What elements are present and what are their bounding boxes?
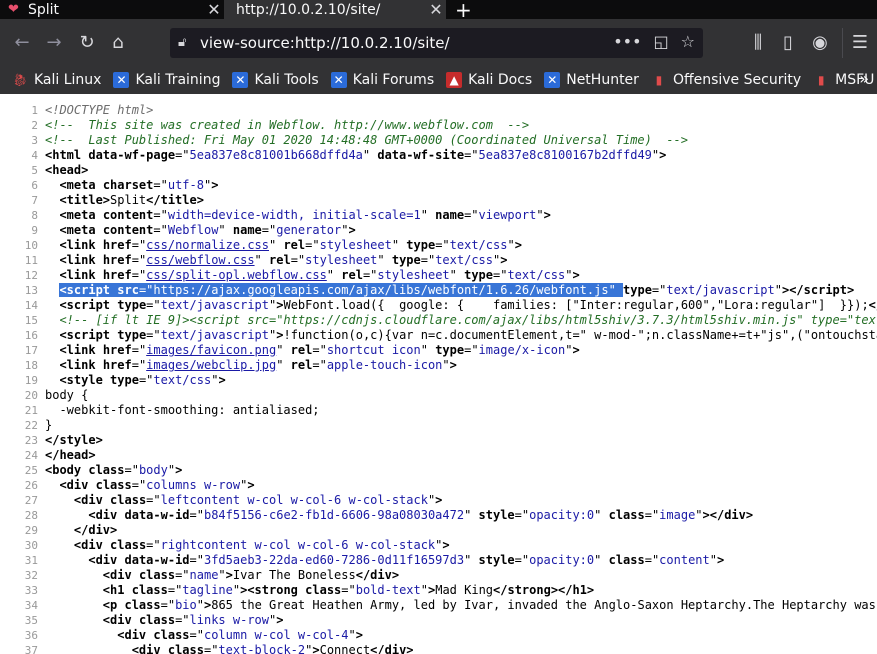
source-line: 28 <div data-w-id="b84f5156-c6e2-fb1d-66… [24, 508, 754, 522]
source-line: 30 <div class="rightcontent w-col w-col-… [24, 538, 450, 552]
toolbar-divider [842, 28, 843, 58]
source-line: 7 <title>Split</title> [31, 193, 204, 207]
source-line: 26 <div class="columns w-row"> [24, 478, 255, 492]
source-line: 6 <meta charset="utf-8"> [31, 178, 219, 192]
source-line: 17 <link href="images/favicon.png" rel="… [24, 343, 580, 357]
sidebar-icon[interactable]: ▯ [776, 31, 800, 55]
source-link[interactable]: images/favicon.png [146, 343, 276, 357]
kali-dragon-icon: 🐉︎ [12, 73, 28, 87]
source-line: 21 -webkit-font-smoothing: antialiased; [24, 403, 320, 417]
tab-split[interactable]: ❤ Split ✕ [0, 0, 224, 19]
bookmark-nethunter[interactable]: ✕ NetHunter [544, 72, 639, 88]
source-line: 5 <head> [31, 163, 89, 177]
source-line: 10 <link href="css/normalize.css" rel="s… [24, 238, 522, 252]
bookmark-kali-linux[interactable]: 🐉︎ Kali Linux [12, 72, 101, 88]
selected-text[interactable]: <script src="https://ajax.googleapis.com… [59, 283, 624, 297]
close-icon[interactable]: ✕ [204, 0, 224, 19]
source-line: 1 <!DOCTYPE html> [31, 103, 154, 117]
bookmark-kali-docs[interactable]: ▲ Kali Docs [446, 72, 532, 88]
source-line: 15 <!-- [if lt IE 9]><script src="https:… [24, 313, 877, 327]
source-line: 29 </div> [24, 523, 118, 537]
source-line: 12 <link href="css/split-opl.webflow.css… [24, 268, 580, 282]
close-icon[interactable]: ✕ [426, 0, 446, 19]
bookmark-kali-tools[interactable]: ✕ Kali Tools [232, 72, 319, 88]
source-line: 20 body { [24, 388, 89, 402]
bookmark-offensive-security[interactable]: ▮ Offensive Security [651, 72, 802, 88]
page-actions-icon[interactable]: ••• [613, 32, 641, 51]
insecure-lock-icon[interactable]: 🔓︎ [178, 35, 194, 51]
kali-training-icon: ✕ [113, 72, 130, 88]
source-line: 35 <div class="links w-row"> [24, 613, 284, 627]
source-link[interactable]: images/webclip.jpg [146, 358, 276, 372]
source-line: 8 <meta content="width=device-width, ini… [31, 208, 551, 222]
msfu-icon: ▮ [817, 73, 825, 87]
source-line: 14 <script type="text/javascript">WebFon… [24, 298, 877, 312]
nethunter-icon: ✕ [544, 72, 561, 88]
source-line: 22} [24, 418, 53, 432]
home-button[interactable]: ⌂ [106, 31, 130, 55]
bookmarks-overflow-icon[interactable]: » [859, 69, 869, 88]
source-line: 32 <div class="name">Ivar The Boneless</… [24, 568, 400, 582]
source-line: 36 <div class="column w-col w-col-4"> [24, 628, 363, 642]
navigation-toolbar: ← → ↻ ⌂ 🔓︎ view-source:http://10.0.2.10/… [0, 19, 877, 66]
source-link[interactable]: css/split-opl.webflow.css [146, 268, 327, 282]
library-icon[interactable]: ⫼ [746, 31, 770, 55]
url-text[interactable]: view-source:http://10.0.2.10/site/ [200, 34, 450, 52]
tab-site[interactable]: http://10.0.2.10/site/ ✕ [224, 0, 446, 19]
bookmark-star-icon[interactable]: ☆ [681, 32, 695, 51]
reload-button[interactable]: ↻ [75, 31, 99, 55]
source-line: 2 <!-- This site was created in Webflow. … [31, 118, 530, 132]
source-link[interactable]: css/webflow.css [146, 253, 254, 267]
source-line: 11 <link href="css/webflow.css" rel="sty… [24, 253, 508, 267]
back-button[interactable]: ← [10, 31, 34, 55]
forward-button[interactable]: → [42, 31, 66, 55]
bookmark-kali-training[interactable]: ✕ Kali Training [113, 72, 220, 88]
source-line: 9 <meta content="Webflow" name="generato… [31, 223, 356, 237]
source-line: 34 <p class="bio">865 the Great Heathen … [24, 598, 876, 612]
source-line: 4 <html data-wf-page="5ea837e8c81001b668d… [31, 148, 667, 162]
source-line: 27 <div class="leftcontent w-col w-col-6… [24, 493, 443, 507]
tab-title: http://10.0.2.10/site/ [236, 1, 381, 18]
heart-icon: ❤ [8, 1, 19, 17]
source-line: 23 </style> [24, 433, 103, 447]
source-line: 13 <script src="https://ajax.googleapis.… [24, 283, 855, 297]
menu-icon[interactable]: ☰ [848, 31, 872, 55]
kali-forums-icon: ✕ [330, 72, 347, 88]
url-bar[interactable]: 🔓︎ view-source:http://10.0.2.10/site/ ••… [170, 28, 703, 58]
source-line: 3 <!-- Last Published: Fri May 01 2020 14… [31, 133, 688, 147]
source-line: 16 <script type="text/javascript">!funct… [24, 328, 877, 342]
source-line: 33 <h1 class="tagline"><strong class="bo… [24, 583, 595, 597]
source-link[interactable]: css/normalize.css [146, 238, 269, 252]
account-icon[interactable]: ◉ [808, 31, 832, 55]
source-line: 31 <div data-w-id="3fd5aeb3-22da-ed60-72… [24, 553, 725, 567]
view-source-content[interactable]: 1 <!DOCTYPE html> 2 <!-- This site was cre… [0, 94, 877, 654]
source-line: 25 <body class="body"> [24, 463, 183, 477]
tab-strip: ❤ Split ✕ http://10.0.2.10/site/ ✕ + [0, 0, 877, 22]
tab-title: Split [28, 1, 60, 18]
source-line: 37 <div class="text-block-2">Connect</di… [24, 643, 414, 654]
offsec-icon: ▮ [655, 73, 663, 87]
source-line: 24 </head> [24, 448, 96, 462]
pocket-icon[interactable]: ◱ [654, 32, 669, 51]
kali-docs-icon: ▲ [446, 72, 463, 88]
kali-tools-icon: ✕ [232, 72, 249, 88]
bookmarks-toolbar: 🐉︎ Kali Linux ✕ Kali Training ✕ Kali Tools … [0, 66, 877, 94]
source-line: 18 <link href="images/webclip.jpg" rel="… [24, 358, 457, 372]
source-line: 19 <style type="text/css"> [24, 373, 226, 387]
bookmark-kali-forums[interactable]: ✕ Kali Forums [330, 72, 434, 88]
